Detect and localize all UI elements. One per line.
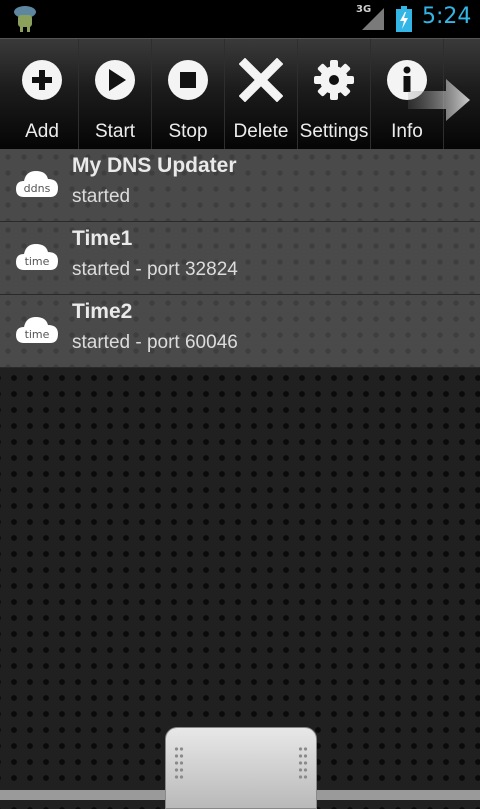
stop-label: Stop xyxy=(168,121,208,142)
clock: 5:24 xyxy=(422,4,472,29)
ddns-cloud-icon: ddns xyxy=(16,171,58,197)
settings-label: Settings xyxy=(299,121,369,142)
service-title: My DNS Updater xyxy=(72,154,237,177)
svg-text:time: time xyxy=(25,328,50,341)
grip-dots-icon xyxy=(298,747,308,779)
status-bar: 3G 5:24 xyxy=(0,0,480,38)
drawer-handle[interactable] xyxy=(165,727,317,809)
service-title: Time2 xyxy=(72,300,133,323)
list-item[interactable]: ddns My DNS Updater started xyxy=(0,149,480,222)
stop-circle-icon xyxy=(168,60,208,100)
settings-button[interactable]: Settings xyxy=(298,39,371,149)
gear-icon xyxy=(314,60,354,100)
play-circle-icon xyxy=(95,60,135,100)
start-label: Start xyxy=(94,121,136,142)
delete-button[interactable]: Delete xyxy=(225,39,298,149)
grip-dots-icon xyxy=(174,747,184,779)
add-label: Add xyxy=(25,121,59,142)
delete-label: Delete xyxy=(233,121,289,142)
list-item[interactable]: time Time2 started - port 60046 xyxy=(0,295,480,368)
service-status: started xyxy=(72,186,131,207)
time-cloud-icon: time xyxy=(16,317,58,343)
time-cloud-icon: time xyxy=(16,244,58,270)
add-button[interactable]: Add xyxy=(6,39,79,149)
service-list: ddns My DNS Updater started time Time1 s… xyxy=(0,149,480,368)
start-button[interactable]: Start xyxy=(79,39,152,149)
svg-text:time: time xyxy=(25,255,50,268)
svg-text:ddns: ddns xyxy=(24,182,51,195)
action-toolbar: Add Start Stop Delete Settings Info xyxy=(0,38,480,149)
signal-icon: 3G xyxy=(356,4,386,30)
list-item[interactable]: time Time1 started - port 32824 xyxy=(0,222,480,295)
delete-x-icon xyxy=(239,58,283,102)
plus-circle-icon xyxy=(22,60,62,100)
android-app-notification-icon xyxy=(14,6,36,32)
service-status: started - port 32824 xyxy=(72,259,238,280)
service-title: Time1 xyxy=(72,227,133,250)
stop-button[interactable]: Stop xyxy=(152,39,225,149)
scroll-more-arrow-icon[interactable] xyxy=(408,75,472,125)
battery-charging-icon xyxy=(396,6,412,32)
service-status: started - port 60046 xyxy=(72,332,238,353)
